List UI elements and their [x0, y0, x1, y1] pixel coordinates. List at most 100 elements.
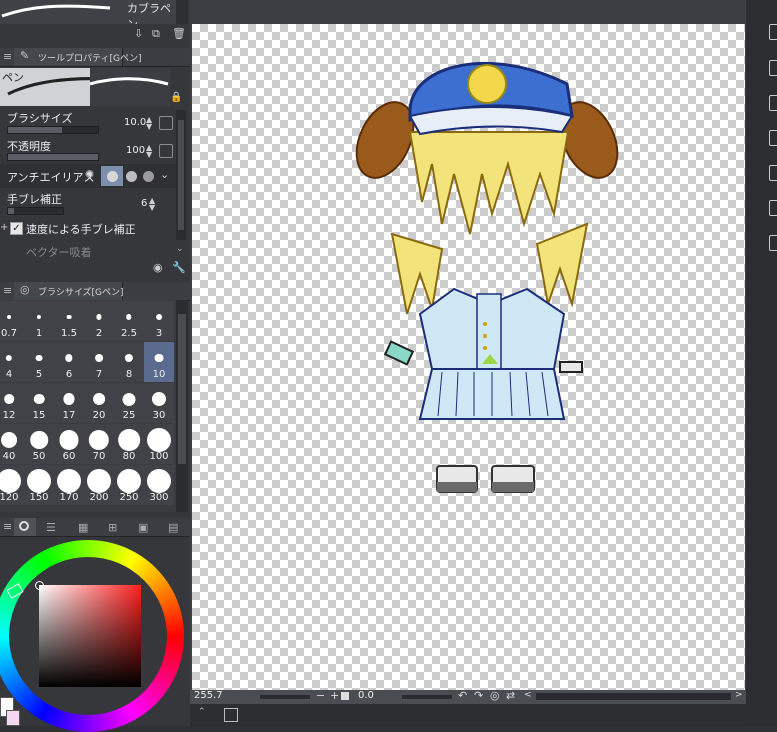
- brush-size-cell[interactable]: 30: [144, 383, 174, 423]
- antialias-none-icon[interactable]: ✺: [85, 168, 94, 181]
- speed-stabilizer-checkbox[interactable]: ✓: [10, 222, 23, 235]
- menu-icon[interactable]: ≡: [3, 520, 12, 533]
- horizontal-scrollbar[interactable]: [536, 693, 731, 700]
- brush-size-value[interactable]: 10.0: [124, 117, 146, 128]
- brush-size-cell[interactable]: 20: [84, 383, 114, 423]
- brush-size-cell[interactable]: 2.5: [114, 301, 144, 341]
- brush-size-slider[interactable]: [7, 126, 99, 134]
- menu-icon[interactable]: ≡: [3, 50, 12, 63]
- reset-rotation-icon[interactable]: ◎: [490, 689, 500, 702]
- panel-icon[interactable]: [769, 235, 777, 251]
- settings-icon[interactable]: ◉: [153, 261, 163, 274]
- scroll-down-icon[interactable]: ⌄: [176, 244, 184, 254]
- brush-preset-item[interactable]: カブラペン: [0, 0, 176, 31]
- canvas[interactable]: [192, 24, 745, 692]
- brush-size-cell[interactable]: 5: [24, 342, 54, 382]
- color-set-icon[interactable]: ▦: [78, 521, 88, 534]
- zoom-out-icon[interactable]: −: [316, 689, 325, 702]
- brush-size-cell[interactable]: 4: [0, 342, 24, 382]
- brush-size-cell[interactable]: 250: [114, 465, 144, 505]
- camera-icon[interactable]: [769, 200, 777, 216]
- brush-size-cell[interactable]: 150: [24, 465, 54, 505]
- sub-color-swatch[interactable]: [6, 710, 20, 726]
- trash-icon[interactable]: 🗑: [172, 27, 186, 40]
- scrollbar[interactable]: [176, 0, 188, 24]
- intermediate-color-icon[interactable]: ⊞: [108, 521, 117, 534]
- brush-size-cell[interactable]: 70: [84, 424, 114, 464]
- brush-size-cell[interactable]: 50: [24, 424, 54, 464]
- opacity-stepper[interactable]: ▲ ▼: [146, 144, 154, 159]
- document-icon[interactable]: [769, 130, 777, 146]
- brush-size-cell[interactable]: 300: [144, 465, 174, 505]
- character-parts-artwork: [355, 61, 619, 493]
- brush-size-cell[interactable]: 80: [114, 424, 144, 464]
- fit-icon[interactable]: [341, 692, 349, 700]
- scroll-right-icon[interactable]: >: [735, 690, 743, 700]
- rotate-right-icon[interactable]: ↷: [474, 689, 483, 702]
- brush-size-cell[interactable]: 3: [144, 301, 174, 341]
- brush-size-cell[interactable]: 170: [54, 465, 84, 505]
- layer-property-icon[interactable]: [769, 24, 777, 40]
- rotation-slider[interactable]: [402, 695, 452, 699]
- opacity-value[interactable]: 100: [126, 145, 145, 156]
- opacity-dynamics-button[interactable]: [159, 144, 173, 158]
- download-icon[interactable]: ⇩: [134, 27, 143, 40]
- brush-size-cell[interactable]: 17: [54, 383, 84, 423]
- wrench-icon[interactable]: 🔧: [172, 261, 186, 274]
- brush-size-cell[interactable]: 100: [144, 424, 174, 464]
- brush-size-cell[interactable]: 1: [24, 301, 54, 341]
- scrollbar[interactable]: [176, 110, 186, 240]
- flip-icon[interactable]: ⇄: [506, 689, 515, 702]
- antialias-strong-icon[interactable]: [143, 171, 154, 182]
- layer-icon[interactable]: [769, 60, 777, 76]
- brush-size-value-label: 7: [95, 369, 103, 380]
- clipboard-icon[interactable]: [769, 165, 777, 181]
- zoom-value[interactable]: 255.7: [194, 690, 223, 701]
- opacity-slider[interactable]: [7, 153, 99, 161]
- lock-icon[interactable]: 🔒: [170, 92, 182, 103]
- zoom-slider[interactable]: [260, 695, 310, 699]
- brush-size-stepper[interactable]: ▲ ▼: [146, 116, 154, 131]
- rotate-left-icon[interactable]: ↶: [458, 689, 467, 702]
- brush-size-cell[interactable]: 12: [0, 383, 24, 423]
- brush-size-cell[interactable]: 7: [84, 342, 114, 382]
- brush-size-cell[interactable]: 1.5: [54, 301, 84, 341]
- brush-size-cell[interactable]: 10: [144, 342, 174, 382]
- antialias-medium-icon[interactable]: [126, 171, 137, 182]
- brush-size-cell[interactable]: 2: [84, 301, 114, 341]
- rotation-value[interactable]: 0.0: [358, 690, 374, 701]
- brush-size-cell[interactable]: 25: [114, 383, 144, 423]
- brush-size-cell[interactable]: 15: [24, 383, 54, 423]
- brush-size-dot: [147, 428, 171, 452]
- color-slider-icon[interactable]: ☰: [46, 521, 56, 534]
- brush-size-dynamics-button[interactable]: [159, 116, 173, 130]
- chevron-down-icon[interactable]: ⌄: [160, 168, 169, 181]
- menu-icon[interactable]: ≡: [3, 284, 12, 297]
- close-layer-icon[interactable]: [769, 95, 777, 111]
- brush-size-cell[interactable]: 60: [54, 424, 84, 464]
- color-history-icon[interactable]: ▤: [168, 521, 178, 534]
- scrollbar[interactable]: [176, 300, 188, 512]
- brush-size-dot: [59, 430, 79, 450]
- brush-size-dot: [118, 429, 140, 451]
- saturation-value-square[interactable]: [39, 585, 141, 687]
- brush-size-dot: [27, 469, 51, 493]
- navigator-icon[interactable]: [224, 708, 238, 722]
- color-picker-handle[interactable]: [35, 581, 44, 590]
- tool-preview: ペン: [0, 68, 166, 106]
- brush-size-cell[interactable]: 0.7: [0, 301, 24, 341]
- brush-size-cell[interactable]: 200: [84, 465, 114, 505]
- stabilizer-value[interactable]: 6: [141, 198, 147, 209]
- approximate-color-icon[interactable]: ▣: [138, 521, 148, 534]
- scroll-left-icon[interactable]: <: [524, 690, 532, 700]
- zoom-in-icon[interactable]: +: [330, 689, 339, 702]
- brush-size-cell[interactable]: 40: [0, 424, 24, 464]
- stabilizer-slider[interactable]: [7, 207, 64, 215]
- expand-icon[interactable]: +: [0, 222, 8, 233]
- stabilizer-stepper[interactable]: ▲ ▼: [149, 197, 157, 212]
- brush-size-cell[interactable]: 8: [114, 342, 144, 382]
- brush-size-cell[interactable]: 120: [0, 465, 24, 505]
- collapse-icon[interactable]: ⌃: [198, 707, 206, 717]
- brush-size-cell[interactable]: 6: [54, 342, 84, 382]
- copy-icon[interactable]: ⧉: [152, 27, 160, 41]
